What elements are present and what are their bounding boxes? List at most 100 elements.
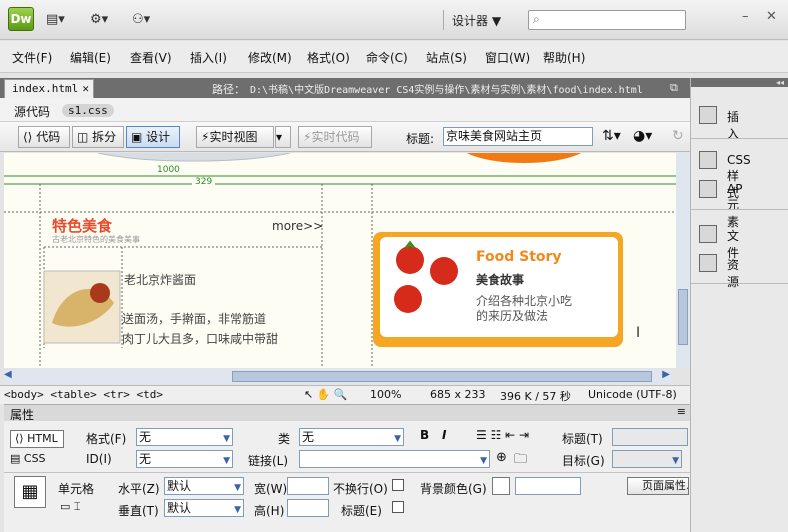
preview-browser-icon[interactable]: ◕▾ bbox=[633, 128, 652, 144]
point-to-file-icon[interactable]: ⊕ bbox=[496, 450, 507, 465]
vertical-label: 垂直(T) bbox=[118, 504, 159, 518]
menu-site[interactable]: 站点(S) bbox=[426, 49, 467, 66]
code-view-button[interactable]: ⟨⟩ 代码 bbox=[18, 126, 70, 148]
title-attr-input[interactable] bbox=[612, 428, 688, 446]
select-tool-icon[interactable]: ↖ ✋ 🔍 bbox=[304, 388, 348, 401]
item-title: 老北京炸酱面 bbox=[124, 273, 197, 287]
menu-insert[interactable]: 插入(I) bbox=[190, 49, 227, 66]
id-label: ID(I) bbox=[86, 452, 112, 466]
tomato-3 bbox=[394, 285, 422, 313]
nowrap-label: 不换行(O) bbox=[333, 482, 388, 496]
search-icon: ⌕ bbox=[533, 12, 540, 26]
split-icon: ◫ bbox=[77, 130, 89, 144]
scroll-left-icon[interactable]: ◀ bbox=[4, 369, 12, 380]
menu-file[interactable]: 文件(F) bbox=[12, 49, 52, 66]
bg-color-input[interactable] bbox=[515, 477, 581, 495]
title-attr-label: 标题(T) bbox=[562, 432, 603, 446]
workspace-switcher[interactable]: 设计器 ▼ bbox=[452, 12, 501, 29]
menu-help[interactable]: 帮助(H) bbox=[543, 49, 585, 66]
panel-menu-icon[interactable]: ≡ bbox=[677, 405, 686, 418]
right-panel-dock: ◂◂ 插入 CSS样式 AP 元素 文件 资源 bbox=[690, 78, 788, 532]
item-line-2: 肉丁儿大且多，口味咸中带甜 bbox=[122, 332, 279, 346]
color-picker-icon[interactable] bbox=[492, 477, 510, 495]
file-management-icon[interactable]: ⇅▾ bbox=[602, 128, 621, 144]
restore-icon[interactable]: ⧉ bbox=[670, 81, 678, 95]
panel-ap-label: AP 元素 bbox=[727, 182, 743, 229]
menu-modify[interactable]: 修改(M) bbox=[248, 49, 292, 66]
target-label: 目标(G) bbox=[562, 454, 605, 468]
horizontal-scrollbar[interactable]: ◀ ▶ bbox=[4, 369, 672, 384]
page-properties-button[interactable]: 页面属性... bbox=[627, 477, 689, 495]
zoom-level[interactable]: 100% bbox=[370, 388, 401, 401]
italic-icon[interactable]: I bbox=[442, 428, 446, 442]
scroll-thumb[interactable] bbox=[232, 371, 652, 382]
minimize-icon[interactable]: – bbox=[742, 9, 749, 24]
scroll-thumb[interactable] bbox=[678, 289, 688, 345]
nowrap-checkbox[interactable] bbox=[392, 479, 404, 491]
horizontal-select[interactable]: 默认 bbox=[164, 477, 244, 496]
menu-format[interactable]: 格式(O) bbox=[307, 49, 350, 66]
window-size[interactable]: 685 x 233 bbox=[430, 388, 486, 401]
document-tab[interactable]: index.html ✕ bbox=[4, 79, 94, 98]
live-view-button[interactable]: ⚡实时视图 bbox=[196, 126, 274, 148]
vertical-scrollbar[interactable] bbox=[676, 153, 690, 368]
refresh-icon[interactable]: ↻ bbox=[672, 128, 684, 144]
menu-commands[interactable]: 命令(C) bbox=[366, 49, 408, 66]
ap-elements-icon bbox=[699, 180, 717, 198]
browse-folder-icon[interactable]: 🗀 bbox=[514, 450, 527, 472]
search-input[interactable]: ⌕ bbox=[528, 10, 686, 30]
collapse-panel-icon[interactable]: ◂◂ bbox=[691, 78, 788, 87]
css-label: CSS bbox=[23, 452, 46, 465]
link-input[interactable] bbox=[299, 450, 490, 469]
close-tab-icon[interactable]: ✕ bbox=[82, 82, 89, 95]
layout-icon[interactable]: ▤▾ bbox=[46, 11, 65, 29]
source-code-link[interactable]: 源代码 bbox=[14, 103, 50, 120]
css-mode-button[interactable]: ▤ CSS bbox=[10, 452, 46, 465]
panel-insert-label: 插入 bbox=[727, 110, 740, 141]
menu-window[interactable]: 窗口(W) bbox=[485, 49, 530, 66]
page-title-input[interactable]: 京味美食网站主页 bbox=[443, 127, 593, 146]
height-input[interactable] bbox=[287, 499, 329, 517]
design-label: 设计 bbox=[146, 130, 171, 144]
live-code-button[interactable]: ⚡实时代码 bbox=[298, 126, 372, 148]
more-link[interactable]: more>> bbox=[272, 219, 323, 233]
class-select[interactable]: 无 bbox=[299, 428, 404, 447]
split-view-button[interactable]: ◫ 拆分 bbox=[72, 126, 124, 148]
scroll-right-icon[interactable]: ▶ bbox=[662, 369, 670, 380]
html-label: HTML bbox=[27, 432, 58, 445]
encoding: Unicode (UTF-8) bbox=[588, 388, 677, 401]
html-mode-button[interactable]: ⟨⟩ HTML bbox=[10, 430, 64, 448]
merge-split-icons[interactable]: ▭ ⌶ bbox=[60, 500, 81, 514]
header-checkbox[interactable] bbox=[392, 501, 404, 513]
tag-selector[interactable]: <body> <table> <tr> <td> bbox=[4, 388, 163, 401]
canvas-drawing bbox=[4, 153, 676, 368]
css-styles-icon bbox=[699, 151, 717, 169]
list-icons[interactable]: ☰ ☷ ⇤ ⇥ bbox=[476, 428, 529, 442]
banner-line-2: 的来历及做法 bbox=[476, 309, 549, 323]
properties-header[interactable]: 属性 ≡ bbox=[4, 404, 690, 422]
close-icon[interactable]: ✕ bbox=[766, 9, 777, 24]
format-select[interactable]: 无 bbox=[136, 428, 233, 447]
design-canvas[interactable]: 1000 329 特色美食 古老北京特色的美食美事 more>> 老北京炸酱面 … bbox=[4, 153, 676, 368]
item-line-1: 送面汤，手擀面，非常筋道 bbox=[122, 312, 267, 326]
menu-edit[interactable]: 编辑(E) bbox=[70, 49, 111, 66]
width-label-329: 329 bbox=[192, 177, 216, 187]
target-select[interactable] bbox=[612, 450, 682, 469]
tomato-1 bbox=[396, 246, 424, 274]
site-icon[interactable]: ⚇▾ bbox=[132, 11, 150, 29]
assets-icon bbox=[699, 254, 717, 272]
width-input[interactable] bbox=[287, 477, 329, 495]
path-label: 路径： bbox=[212, 83, 245, 96]
code-label: 代码 bbox=[36, 130, 61, 144]
id-select[interactable]: 无 bbox=[136, 450, 233, 469]
banner-title-en: Food Story bbox=[476, 249, 562, 265]
cell-label: 单元格 bbox=[58, 482, 95, 496]
css-file-link[interactable]: s1.css bbox=[62, 104, 114, 117]
live-view-dropdown[interactable]: ▾ bbox=[275, 126, 291, 148]
bold-icon[interactable]: B bbox=[420, 428, 429, 442]
design-view-button[interactable]: ▣ 设计 bbox=[126, 126, 180, 148]
divider bbox=[691, 138, 788, 139]
vertical-select[interactable]: 默认 bbox=[164, 499, 244, 518]
menu-view[interactable]: 查看(V) bbox=[130, 49, 172, 66]
gear-icon[interactable]: ⚙▾ bbox=[90, 11, 108, 29]
